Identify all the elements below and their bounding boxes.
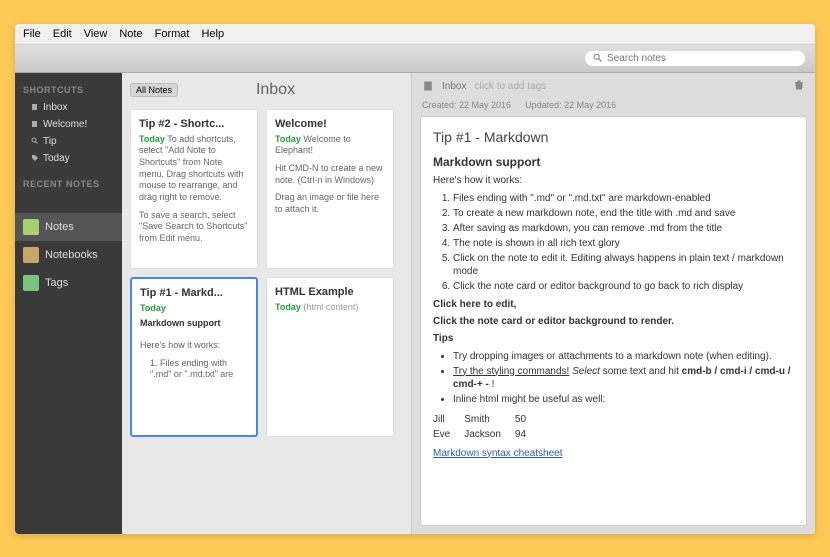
note-h2: Markdown support (433, 155, 794, 169)
note-card-selected[interactable]: Tip #1 - Markd... Today Markdown support… (130, 277, 258, 437)
updated-date: Updated: 22 May 2016 (525, 100, 616, 110)
nav-label: Notes (45, 221, 74, 233)
shortcut-today[interactable]: Today (15, 150, 122, 167)
note-intro: Here's how it works: (433, 175, 794, 186)
detail-header: Inbox click to add tags (412, 73, 815, 100)
recent-header: RECENT NOTES (15, 175, 122, 193)
menu-view[interactable]: View (84, 28, 108, 40)
step: Click the note card or editor background… (453, 280, 794, 293)
detail-notebook[interactable]: Inbox (442, 81, 466, 92)
card-snippet: Drag an image or file here to attach it. (275, 192, 385, 215)
card-date: Today (275, 302, 301, 312)
nav-tags[interactable]: Tags (15, 269, 122, 297)
tip: Try the styling commands! Select some te… (453, 365, 794, 391)
notebook-icon (422, 80, 434, 92)
tag-prompt[interactable]: click to add tags (474, 81, 546, 92)
trash-button[interactable] (793, 79, 805, 94)
tag-icon (31, 154, 39, 162)
tips-header: Tips (433, 333, 794, 344)
note-card[interactable]: Tip #2 - Shortc... Today To add shortcut… (130, 109, 258, 269)
shortcut-label: Today (43, 153, 70, 164)
search-box[interactable] (585, 51, 805, 66)
book-icon (31, 103, 39, 111)
note-card[interactable]: Welcome! Today Welcome to Elephant! Hit … (266, 109, 394, 269)
tips-list: Try dropping images or attachments to a … (453, 350, 794, 406)
notebooks-icon (23, 247, 39, 263)
note-list: All Notes Inbox Tip #2 - Shortc... Today… (122, 73, 412, 534)
note-icon (31, 120, 39, 128)
card-title: Tip #1 - Markd... (140, 287, 248, 299)
nav-label: Tags (45, 277, 68, 289)
all-notes-button[interactable]: All Notes (130, 83, 178, 97)
sidebar: SHORTCUTS Inbox Welcome! Tip Today RECEN… (15, 73, 122, 534)
step: Click on the note to edit it. Editing al… (453, 252, 794, 278)
step: Files ending with ".md" or ".md.txt" are… (453, 192, 794, 205)
menu-file[interactable]: File (23, 28, 41, 40)
note-title[interactable]: Tip #1 - Markdown (433, 129, 794, 145)
table-row: JillSmith50 (433, 412, 540, 427)
steps-list: Files ending with ".md" or ".md.txt" are… (453, 192, 794, 293)
menu-note[interactable]: Note (119, 28, 142, 40)
card-date: Today (275, 134, 301, 144)
shortcut-label: Welcome! (43, 119, 87, 130)
cheatsheet-link[interactable]: Markdown syntax cheatsheet (433, 448, 563, 459)
card-snippet: Here's how it works: (140, 340, 248, 352)
created-date: Created: 22 May 2016 (422, 100, 511, 110)
card-snippet: Hit CMD-N to create a new note. (Ctrl-n … (275, 163, 385, 186)
menu-help[interactable]: Help (201, 28, 224, 40)
nav-notebooks[interactable]: Notebooks (15, 241, 122, 269)
shortcut-label: Inbox (43, 102, 67, 113)
card-date: Today (139, 134, 165, 144)
tip: Try dropping images or attachments to a … (453, 350, 794, 363)
step: After saving as markdown, you can remove… (453, 222, 794, 235)
trash-icon (793, 79, 805, 91)
card-snippet: 1. Files ending with ".md" or ".md.txt" … (140, 358, 248, 381)
note-card[interactable]: HTML Example Today (html content) (266, 277, 394, 437)
shortcut-inbox[interactable]: Inbox (15, 99, 122, 116)
list-title: Inbox (188, 81, 363, 99)
tags-icon (23, 275, 39, 291)
shortcut-tip[interactable]: Tip (15, 133, 122, 150)
shortcut-label: Tip (43, 136, 57, 147)
note-content[interactable]: Tip #1 - Markdown Markdown support Here'… (420, 116, 807, 526)
search-icon (31, 137, 39, 145)
nav-notes[interactable]: Notes (15, 213, 122, 241)
menubar: File Edit View Note Format Help (15, 24, 815, 45)
click-edit: Click here to edit, (433, 299, 794, 310)
step: The note is shown in all rich text glory (453, 237, 794, 250)
card-snippet: Markdown support (140, 318, 248, 330)
app-window: File Edit View Note Format Help SHORTCUT… (15, 24, 815, 534)
toolbar (15, 45, 815, 73)
menu-format[interactable]: Format (155, 28, 190, 40)
detail-pane: Inbox click to add tags Created: 22 May … (412, 73, 815, 534)
card-snippet: (html content) (303, 302, 358, 312)
click-render: Click the note card or editor background… (433, 316, 794, 327)
search-icon (593, 53, 603, 63)
card-grid: Tip #2 - Shortc... Today To add shortcut… (130, 109, 403, 437)
step: To create a new markdown note, end the t… (453, 207, 794, 220)
tip: Inline html might be useful as well: (453, 393, 794, 406)
list-header: All Notes Inbox (130, 81, 403, 99)
card-snippet: To save a search, select "Save Search to… (139, 210, 249, 245)
card-date: Today (140, 303, 166, 313)
example-table: JillSmith50 EveJackson94 (433, 412, 540, 442)
notes-icon (23, 219, 39, 235)
detail-meta: Created: 22 May 2016 Updated: 22 May 201… (412, 100, 815, 116)
card-title: Tip #2 - Shortc... (139, 118, 249, 130)
shortcut-welcome[interactable]: Welcome! (15, 116, 122, 133)
main-body: SHORTCUTS Inbox Welcome! Tip Today RECEN… (15, 73, 815, 534)
nav-label: Notebooks (45, 249, 98, 261)
table-row: EveJackson94 (433, 427, 540, 442)
card-title: HTML Example (275, 286, 385, 298)
search-input[interactable] (607, 53, 797, 64)
card-title: Welcome! (275, 118, 385, 130)
menu-edit[interactable]: Edit (53, 28, 72, 40)
shortcuts-header: SHORTCUTS (15, 81, 122, 99)
